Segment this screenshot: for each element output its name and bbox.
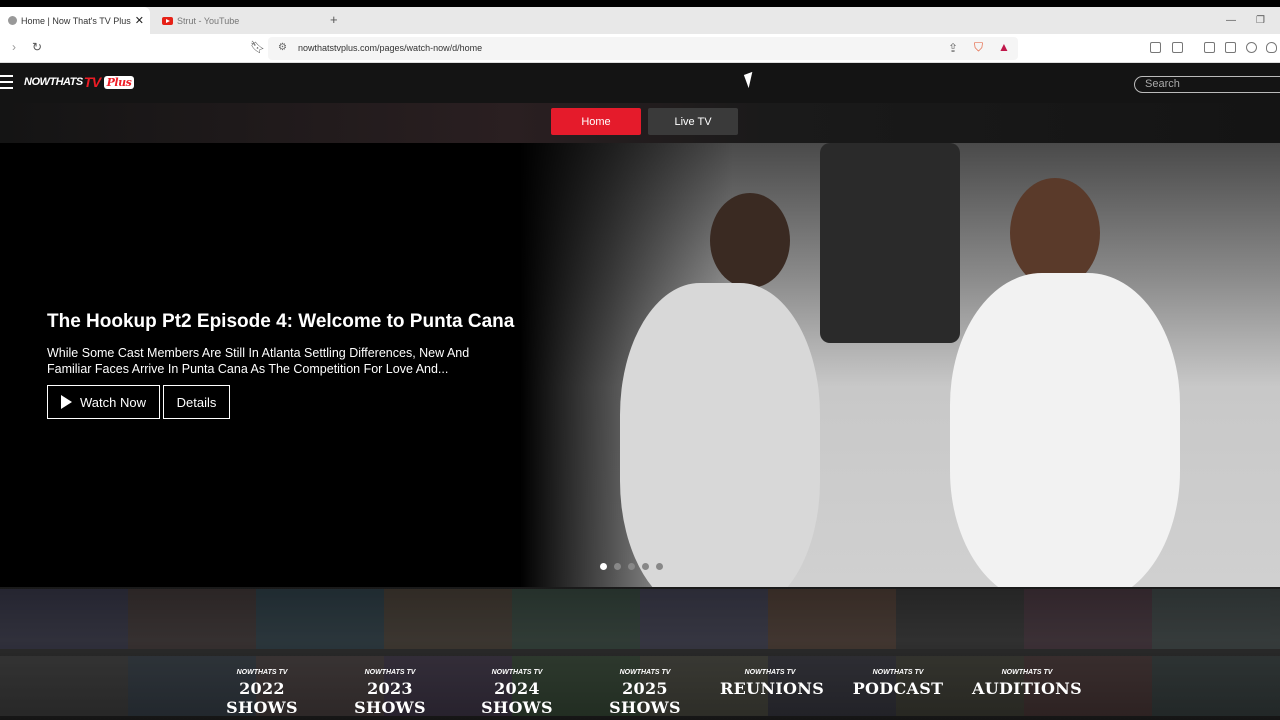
rewards-icon[interactable]: ▲: [998, 40, 1010, 54]
tab-title: Home | Now That's TV Plus: [21, 15, 131, 26]
camera-rig: [820, 143, 960, 343]
carousel-dot[interactable]: [628, 563, 635, 570]
tab-bar: Home | Now That's TV Plus ✕ Strut - YouT…: [0, 7, 1280, 34]
search-input[interactable]: Search: [1134, 76, 1280, 93]
person-left-head: [710, 193, 790, 288]
carousel-dots: [600, 563, 663, 570]
shows-2025-link[interactable]: NOWTHATS TV 2025 SHOWS: [586, 669, 704, 717]
url-field[interactable]: ⚙ nowthatstvplus.com/pages/watch-now/d/h…: [268, 37, 1018, 60]
address-bar: › ↻ 🔖︎ ⚙ nowthatstvplus.com/pages/watch-…: [0, 34, 1280, 63]
site-header: NOWTHATS TV Plus Search: [0, 63, 1280, 103]
sub-navigation: Home Live TV: [0, 103, 1280, 143]
carousel-dot[interactable]: [614, 563, 621, 570]
vpn-icon[interactable]: [1266, 42, 1277, 53]
auditions-link[interactable]: NOWTHATS TV AUDITIONS: [972, 669, 1082, 698]
close-tab-icon[interactable]: ✕: [135, 14, 144, 27]
hero-banner: The Hookup Pt2 Episode 4: Welcome to Pun…: [0, 143, 1280, 587]
details-button[interactable]: Details: [163, 385, 230, 419]
reload-icon[interactable]: ↻: [32, 40, 42, 54]
site-favicon-icon: [8, 16, 17, 25]
youtube-favicon-icon: [162, 16, 173, 25]
site-logo[interactable]: NOWTHATS TV Plus: [24, 73, 135, 91]
minimize-icon[interactable]: —: [1226, 15, 1236, 26]
wallet-icon[interactable]: [1225, 42, 1236, 53]
watch-now-button[interactable]: Watch Now: [47, 385, 160, 419]
window-top-strip: [0, 0, 1280, 7]
menu-icon[interactable]: [0, 75, 13, 89]
live-tv-button[interactable]: Live TV: [648, 108, 738, 135]
share-icon[interactable]: ⇪: [948, 41, 958, 55]
tab-title: Strut - YouTube: [177, 15, 240, 26]
podcast-link[interactable]: NOWTHATS TV PODCAST: [850, 669, 946, 698]
site-settings-icon[interactable]: ⚙: [278, 42, 287, 53]
shows-2023-link[interactable]: NOWTHATS TV 2023 SHOWS: [331, 669, 449, 717]
reunions-link[interactable]: NOWTHATS TV REUNIONS: [720, 669, 824, 698]
bookmark-icon[interactable]: 🔖︎: [250, 40, 265, 54]
person-right-body: [950, 273, 1180, 587]
tab-youtube[interactable]: Strut - YouTube: [150, 7, 320, 34]
play-icon: [61, 395, 72, 409]
url-text: nowthatstvplus.com/pages/watch-now/d/hom…: [298, 43, 483, 53]
shows-2022-link[interactable]: NOWTHATS TV 2022 SHOWS: [203, 669, 321, 717]
new-tab-icon[interactable]: +: [330, 12, 338, 27]
tab-home[interactable]: Home | Now That's TV Plus ✕: [0, 7, 150, 34]
sidebar-icon[interactable]: [1204, 42, 1215, 53]
brave-shield-icon[interactable]: ⛉: [974, 40, 983, 55]
hero-image: [520, 143, 1280, 587]
home-button[interactable]: Home: [551, 108, 641, 135]
extensions-icon[interactable]: [1150, 42, 1161, 53]
shows-section: NOWTHATS TV 2022 SHOWS NOWTHATS TV 2023 …: [0, 587, 1280, 720]
restore-icon[interactable]: ❐: [1256, 15, 1265, 26]
ai-assistant-icon[interactable]: [1246, 42, 1257, 53]
carousel-dot[interactable]: [642, 563, 649, 570]
person-left-body: [620, 283, 820, 587]
hero-description: While Some Cast Members Are Still In Atl…: [47, 346, 470, 376]
forward-icon[interactable]: ›: [12, 40, 16, 54]
shows-menu: NOWTHATS TV 2022 SHOWS NOWTHATS TV 2023 …: [200, 669, 1090, 717]
person-right-head: [1010, 178, 1100, 288]
hero-title: The Hookup Pt2 Episode 4: Welcome to Pun…: [47, 311, 515, 332]
carousel-dot[interactable]: [656, 563, 663, 570]
screenshot-icon[interactable]: [1172, 42, 1183, 53]
shows-2024-link[interactable]: NOWTHATS TV 2024 SHOWS: [458, 669, 576, 717]
carousel-dot[interactable]: [600, 563, 607, 570]
site-page: NOWTHATS TV Plus Search Home Live TV The…: [0, 63, 1280, 720]
